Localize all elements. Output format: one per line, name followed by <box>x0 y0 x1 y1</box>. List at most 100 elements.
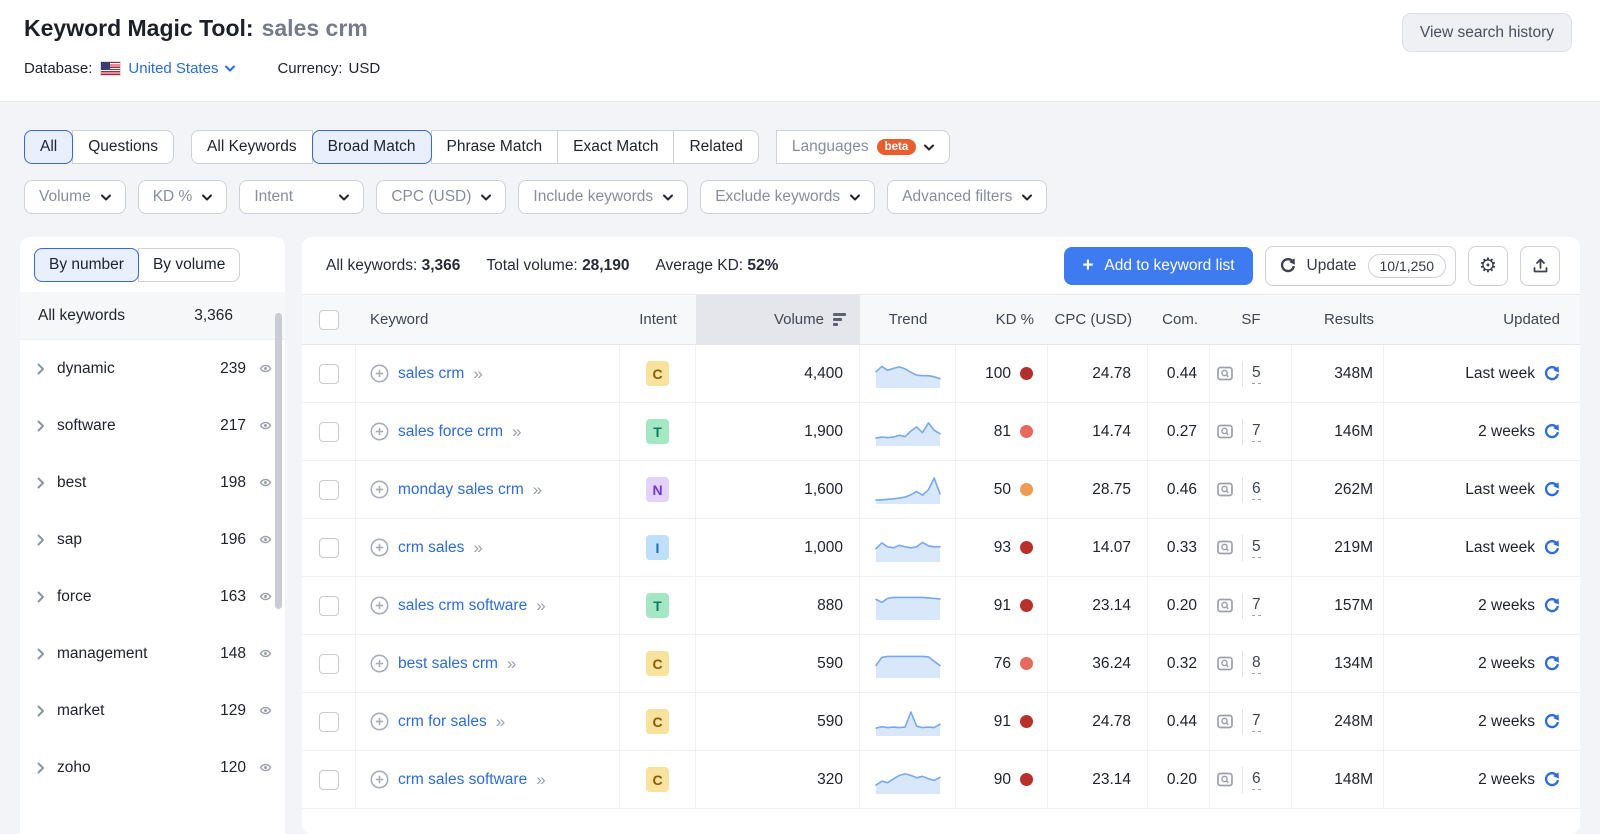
tab-phrase-match[interactable]: Phrase Match <box>430 130 559 164</box>
eye-icon[interactable] <box>258 590 273 603</box>
add-keyword-icon[interactable] <box>370 770 389 789</box>
col-keyword[interactable]: Keyword <box>356 295 620 344</box>
sf-count[interactable]: 8 <box>1252 654 1261 674</box>
refresh-icon[interactable] <box>1543 481 1560 498</box>
export-button[interactable] <box>1520 245 1560 286</box>
view-search-history-button[interactable]: View search history <box>1401 13 1572 52</box>
intent-filter-dropdown[interactable]: Intent <box>239 180 365 214</box>
col-cpc[interactable]: CPC (USD) <box>1048 295 1148 344</box>
keyword-link[interactable]: sales crm software <box>398 597 527 615</box>
sf-count[interactable]: 7 <box>1252 596 1261 616</box>
row-checkbox[interactable] <box>318 711 339 732</box>
eye-icon[interactable] <box>258 704 273 717</box>
sf-count[interactable]: 5 <box>1252 538 1261 558</box>
add-keyword-icon[interactable] <box>370 422 389 441</box>
sidebar-scrollbar[interactable] <box>275 313 282 609</box>
expand-keyword-icon[interactable]: » <box>473 538 483 558</box>
sf-count[interactable]: 7 <box>1252 422 1261 442</box>
add-keyword-icon[interactable] <box>370 654 389 673</box>
keyword-link[interactable]: sales force crm <box>398 423 503 441</box>
volume-filter-dropdown[interactable]: Volume <box>24 180 126 214</box>
tab-related[interactable]: Related <box>673 130 759 164</box>
serp-features-icon[interactable] <box>1216 365 1234 382</box>
refresh-icon[interactable] <box>1543 539 1560 556</box>
col-sf[interactable]: SF <box>1210 295 1292 344</box>
sidebar-group-management[interactable]: management 148 <box>20 625 285 682</box>
serp-features-icon[interactable] <box>1216 597 1234 614</box>
keyword-link[interactable]: crm sales software <box>398 771 527 789</box>
col-intent[interactable]: Intent <box>620 295 696 344</box>
row-checkbox[interactable] <box>318 769 339 790</box>
sidebar-group-dynamic[interactable]: dynamic 239 <box>20 340 285 397</box>
update-button[interactable]: Update 10/1,250 <box>1264 245 1456 286</box>
kd-filter-dropdown[interactable]: KD % <box>137 180 228 214</box>
database-selector[interactable]: United States <box>128 60 236 77</box>
refresh-icon[interactable] <box>1543 365 1560 382</box>
eye-icon[interactable] <box>258 647 273 660</box>
expand-keyword-icon[interactable]: » <box>533 480 543 500</box>
sf-count[interactable]: 6 <box>1252 480 1261 500</box>
add-to-keyword-list-button[interactable]: + Add to keyword list <box>1064 246 1253 285</box>
serp-features-icon[interactable] <box>1216 713 1234 730</box>
col-volume[interactable]: Volume <box>696 295 860 344</box>
refresh-icon[interactable] <box>1543 423 1560 440</box>
serp-features-icon[interactable] <box>1216 481 1234 498</box>
serp-features-icon[interactable] <box>1216 771 1234 788</box>
sf-count[interactable]: 5 <box>1252 364 1261 384</box>
sidebar-group-zoho[interactable]: zoho 120 <box>20 739 285 796</box>
tab-broad-match[interactable]: Broad Match <box>311 130 432 164</box>
row-checkbox[interactable] <box>318 421 339 442</box>
row-checkbox[interactable] <box>318 595 339 616</box>
col-results[interactable]: Results <box>1292 295 1384 344</box>
col-updated[interactable]: Updated <box>1384 295 1580 344</box>
eye-icon[interactable] <box>258 419 273 432</box>
include-keywords-dropdown[interactable]: Include keywords <box>518 180 689 214</box>
settings-button[interactable]: ⚙ <box>1468 245 1508 286</box>
col-trend[interactable]: Trend <box>860 295 956 344</box>
serp-features-icon[interactable] <box>1216 655 1234 672</box>
refresh-icon[interactable] <box>1543 597 1560 614</box>
sidebar-group-force[interactable]: force 163 <box>20 568 285 625</box>
add-keyword-icon[interactable] <box>370 596 389 615</box>
keyword-link[interactable]: best sales crm <box>398 655 498 673</box>
add-keyword-icon[interactable] <box>370 364 389 383</box>
add-keyword-icon[interactable] <box>370 480 389 499</box>
add-keyword-icon[interactable] <box>370 712 389 731</box>
tab-exact-match[interactable]: Exact Match <box>557 130 675 164</box>
keyword-link[interactable]: crm sales <box>398 539 464 557</box>
eye-icon[interactable] <box>258 362 273 375</box>
row-checkbox[interactable] <box>318 653 339 674</box>
cpc-filter-dropdown[interactable]: CPC (USD) <box>376 180 507 214</box>
sf-count[interactable]: 7 <box>1252 712 1261 732</box>
keyword-link[interactable]: sales crm <box>398 365 464 383</box>
keyword-link[interactable]: monday sales crm <box>398 481 524 499</box>
refresh-icon[interactable] <box>1543 713 1560 730</box>
tab-questions[interactable]: Questions <box>72 130 175 164</box>
expand-keyword-icon[interactable]: » <box>536 770 546 790</box>
refresh-icon[interactable] <box>1543 655 1560 672</box>
sidebar-group-market[interactable]: market 129 <box>20 682 285 739</box>
sidebar-group-software[interactable]: software 217 <box>20 397 285 454</box>
expand-keyword-icon[interactable]: » <box>473 364 483 384</box>
tab-by-volume[interactable]: By volume <box>137 248 241 282</box>
serp-features-icon[interactable] <box>1216 539 1234 556</box>
exclude-keywords-dropdown[interactable]: Exclude keywords <box>700 180 876 214</box>
row-checkbox[interactable] <box>318 363 339 384</box>
all-keywords-row[interactable]: All keywords 3,366 <box>20 292 285 340</box>
tab-all[interactable]: All <box>24 130 74 164</box>
add-keyword-icon[interactable] <box>370 538 389 557</box>
sidebar-group-best[interactable]: best 198 <box>20 454 285 511</box>
eye-icon[interactable] <box>258 476 273 489</box>
expand-keyword-icon[interactable]: » <box>512 422 522 442</box>
tab-by-number[interactable]: By number <box>34 248 139 282</box>
keyword-link[interactable]: crm for sales <box>398 713 487 731</box>
refresh-icon[interactable] <box>1543 771 1560 788</box>
advanced-filters-dropdown[interactable]: Advanced filters <box>887 180 1048 214</box>
expand-keyword-icon[interactable]: » <box>507 654 517 674</box>
row-checkbox[interactable] <box>318 479 339 500</box>
expand-keyword-icon[interactable]: » <box>536 596 546 616</box>
sidebar-group-sap[interactable]: sap 196 <box>20 511 285 568</box>
serp-features-icon[interactable] <box>1216 423 1234 440</box>
sf-count[interactable]: 6 <box>1252 770 1261 790</box>
col-kd[interactable]: KD % <box>956 295 1048 344</box>
